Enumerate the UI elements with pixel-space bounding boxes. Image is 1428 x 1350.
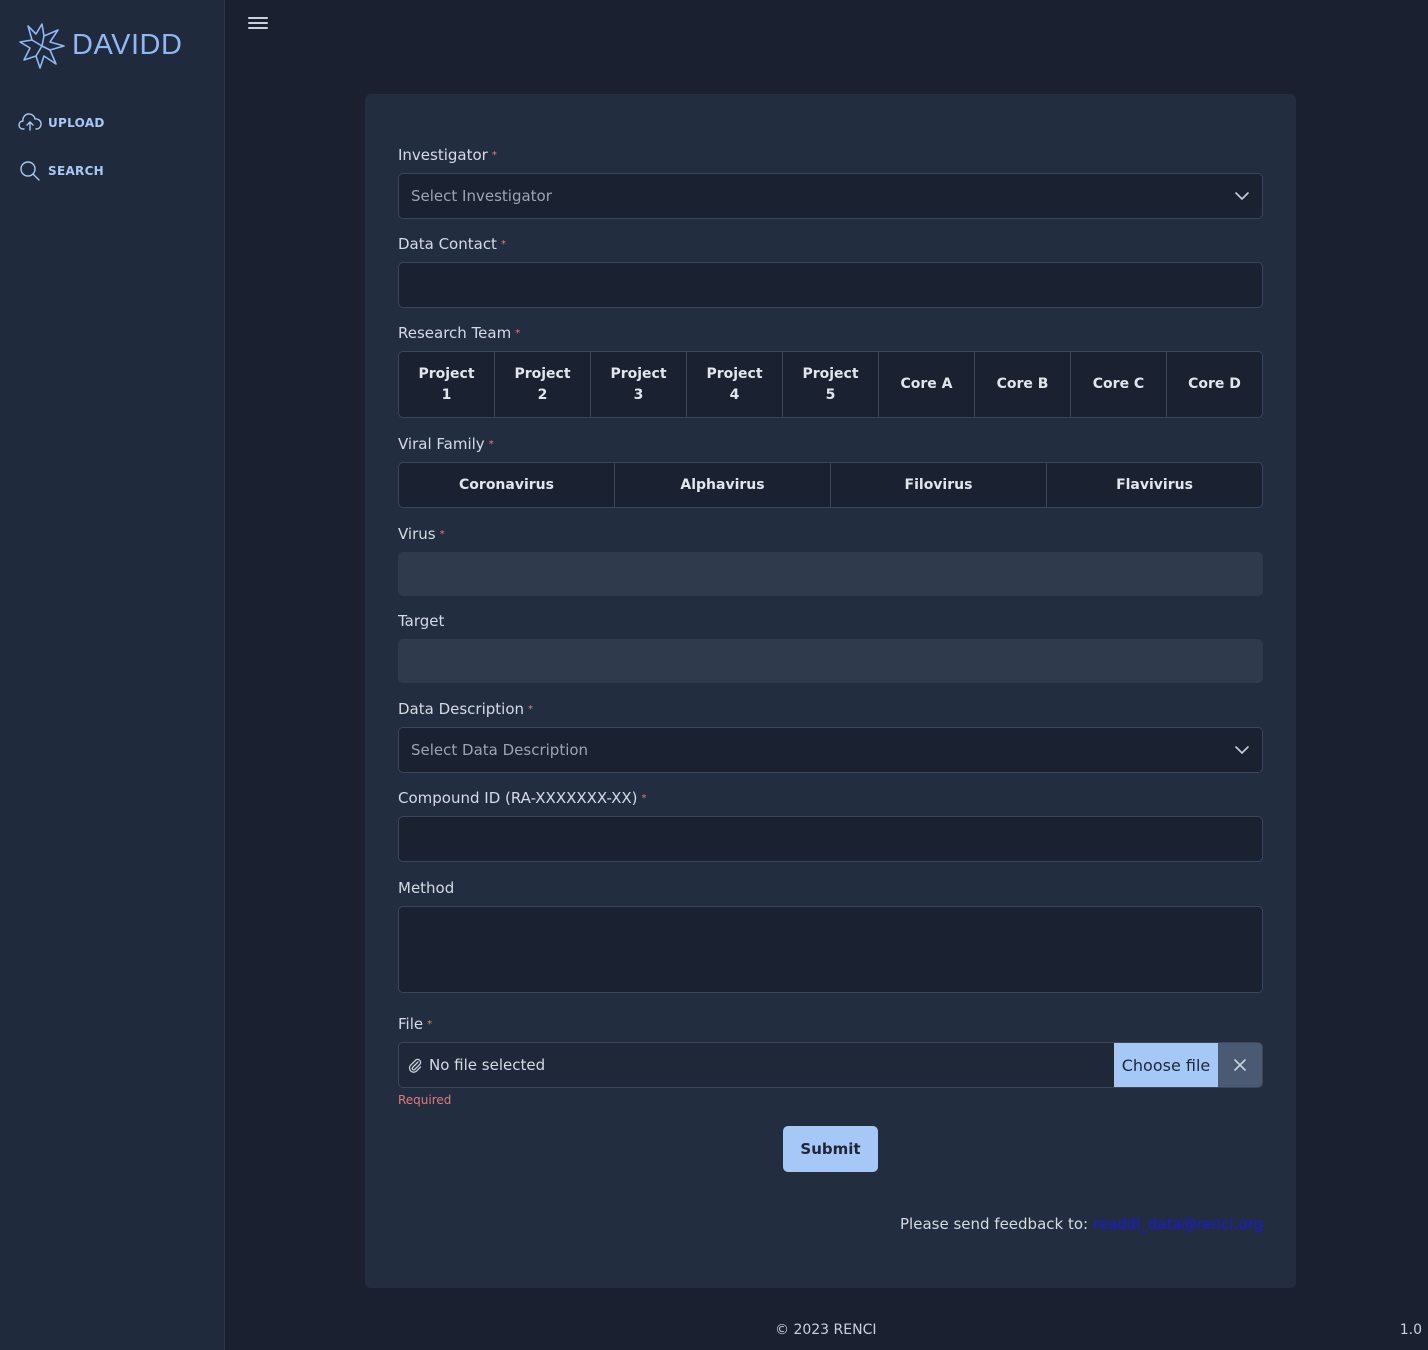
davidd-logo-icon xyxy=(19,23,65,69)
choose-file-button[interactable]: Choose file xyxy=(1114,1043,1218,1087)
compound-id-label: Compound ID (RA-XXXXXXX-XX) * xyxy=(398,789,647,807)
target-label: Target xyxy=(398,612,445,630)
app-version: 1.0 xyxy=(1399,1322,1422,1338)
research-team-option[interactable]: Project 5 xyxy=(783,352,879,417)
research-team-option[interactable]: Core C xyxy=(1071,352,1167,417)
data-contact-field: Data Contact * xyxy=(398,235,1263,308)
virus-input[interactable] xyxy=(398,552,1263,596)
footer-copyright: © 2023 RENCI xyxy=(775,1322,877,1338)
file-field: File * No file selected Choose file Requi… xyxy=(398,1015,1263,1107)
sidebar-item-upload[interactable]: UPLOAD xyxy=(18,112,105,134)
investigator-select[interactable]: Select Investigator xyxy=(398,173,1263,219)
target-field: Target xyxy=(398,612,1263,683)
compound-id-input[interactable] xyxy=(398,816,1263,862)
research-team-option[interactable]: Core A xyxy=(879,352,975,417)
data-contact-label: Data Contact * xyxy=(398,235,506,253)
sidebar-item-search[interactable]: SEARCH xyxy=(18,160,104,182)
paperclip-icon xyxy=(408,1058,422,1073)
research-team-option[interactable]: Core D xyxy=(1167,352,1262,417)
viral-family-label: Viral Family * xyxy=(398,435,494,453)
feedback-email-link[interactable]: readdi_data@renci.org xyxy=(1093,1215,1263,1233)
feedback-text: Please send feedback to: xyxy=(900,1215,1089,1233)
sidebar-item-label: UPLOAD xyxy=(48,116,105,130)
chevron-down-icon xyxy=(1235,746,1249,755)
submit-button[interactable]: Submit xyxy=(783,1126,878,1172)
investigator-field: Investigator * Select Investigator xyxy=(398,146,1263,219)
investigator-placeholder: Select Investigator xyxy=(411,187,552,205)
app-logo[interactable]: DAVIDD xyxy=(18,20,182,70)
data-description-field: Data Description * Select Data Descriptio… xyxy=(398,700,1263,773)
data-description-placeholder: Select Data Description xyxy=(411,741,589,759)
viral-family-option[interactable]: Alphavirus xyxy=(615,463,831,507)
research-team-option[interactable]: Core B xyxy=(975,352,1071,417)
research-team-option[interactable]: Project 2 xyxy=(495,352,591,417)
method-label: Method xyxy=(398,879,455,897)
virus-field: Virus * xyxy=(398,525,1263,596)
method-field: Method xyxy=(398,879,1263,993)
viral-family-field: Viral Family * Coronavirus Alphavirus Fil… xyxy=(398,435,1263,508)
file-label: File * xyxy=(398,1015,433,1033)
file-input: No file selected Choose file xyxy=(398,1042,1263,1088)
file-picker[interactable]: No file selected xyxy=(399,1043,1114,1087)
upload-form-card: Investigator * Select Investigator Data C… xyxy=(365,94,1296,1288)
hamburger-menu-icon[interactable] xyxy=(248,14,270,36)
compound-id-field: Compound ID (RA-XXXXXXX-XX) * xyxy=(398,789,1263,862)
viral-family-option[interactable]: Coronavirus xyxy=(399,463,615,507)
data-description-select[interactable]: Select Data Description xyxy=(398,727,1263,773)
research-team-field: Research Team * Project 1 Project 2 Proje… xyxy=(398,324,1263,418)
sidebar: DAVIDD UPLOAD SEARCH xyxy=(0,0,225,1350)
investigator-label: Investigator * xyxy=(398,146,497,164)
viral-family-option[interactable]: Flavivirus xyxy=(1047,463,1262,507)
research-team-label: Research Team * xyxy=(398,324,521,342)
close-icon xyxy=(1234,1059,1246,1071)
search-icon xyxy=(20,161,40,181)
cloud-upload-icon xyxy=(18,113,42,131)
virus-label: Virus * xyxy=(398,525,445,543)
data-contact-input[interactable] xyxy=(398,262,1263,308)
research-team-option[interactable]: Project 4 xyxy=(687,352,783,417)
clear-file-button[interactable] xyxy=(1218,1043,1262,1087)
file-status: No file selected xyxy=(429,1056,546,1074)
viral-family-option[interactable]: Filovirus xyxy=(831,463,1047,507)
feedback-line: Please send feedback to: readdi_data@ren… xyxy=(900,1215,1263,1233)
app-name: DAVIDD xyxy=(72,28,183,61)
chevron-down-icon xyxy=(1235,192,1249,201)
target-input[interactable] xyxy=(398,639,1263,683)
research-team-option[interactable]: Project 1 xyxy=(399,352,495,417)
file-error-message: Required xyxy=(398,1093,452,1107)
research-team-option[interactable]: Project 3 xyxy=(591,352,687,417)
data-description-label: Data Description * xyxy=(398,700,534,718)
viral-family-segmented-control: Coronavirus Alphavirus Filovirus Flavivi… xyxy=(398,462,1263,508)
research-team-segmented-control: Project 1 Project 2 Project 3 Project 4 … xyxy=(398,351,1263,418)
sidebar-item-label: SEARCH xyxy=(48,164,105,178)
method-textarea[interactable] xyxy=(398,906,1263,993)
